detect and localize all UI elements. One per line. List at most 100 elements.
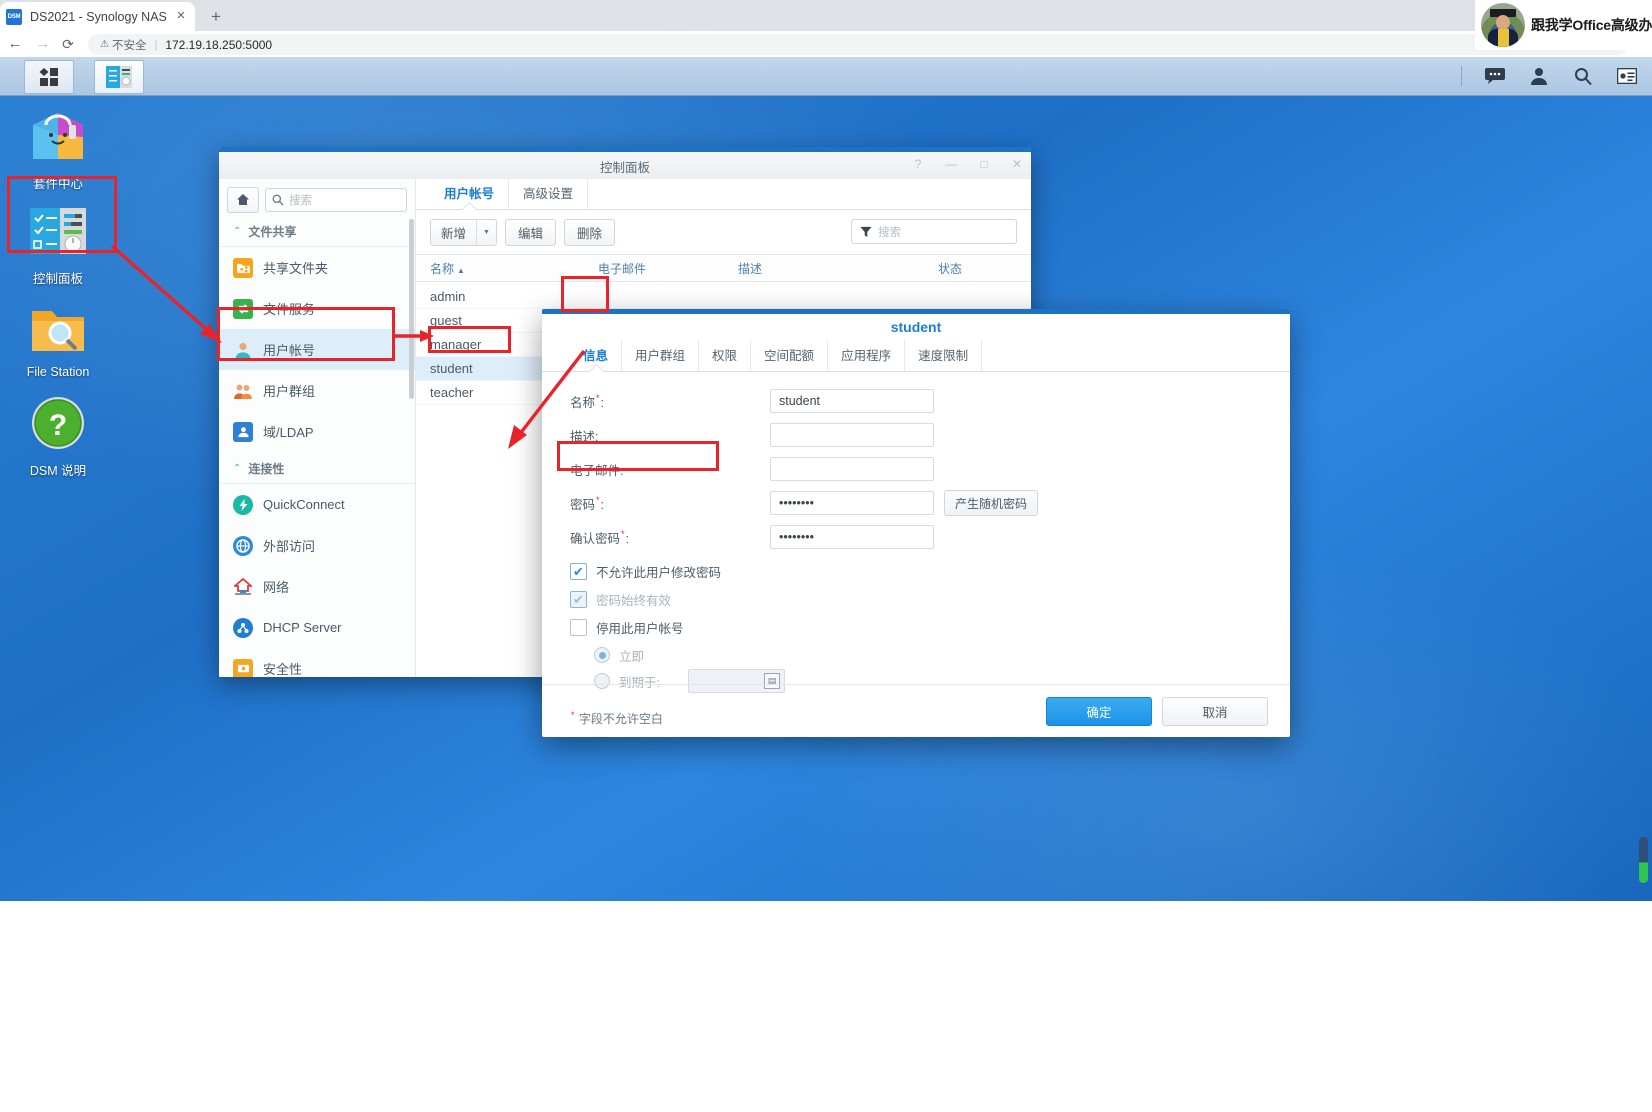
grid-column-email[interactable]: 电子邮件	[584, 260, 724, 277]
sidebar-item-file-service[interactable]: 文件服务	[219, 288, 415, 329]
control-panel-sidebar: 搜索 ⌃ 文件共享 共享文件夹 文件服务 用户帐号 用户群组 域/LDAP ⌃ …	[219, 179, 416, 677]
generate-password-button[interactable]: 产生随机密码	[944, 490, 1039, 516]
edit-button[interactable]: 编辑	[505, 218, 557, 246]
sidebar-item-label: QuickConnect	[263, 497, 345, 512]
control-panel-icon	[27, 200, 89, 262]
avatar	[1481, 3, 1525, 47]
maximize-icon[interactable]: □	[976, 156, 992, 172]
sidebar-item-user-group[interactable]: 用户群组	[219, 370, 415, 411]
control-panel-titlebar[interactable]: 控制面板 ? — □ ✕	[219, 152, 1031, 180]
ok-button[interactable]: 确定	[1046, 696, 1152, 726]
sidebar-item-quickconnect[interactable]: QuickConnect	[219, 484, 415, 525]
sidebar-item-domain-ldap[interactable]: 域/LDAP	[219, 411, 415, 452]
sidebar-item-external-access[interactable]: 外部访问	[219, 525, 415, 566]
sidebar-item-label: 网络	[263, 580, 290, 595]
sidebar-group-label: 文件共享	[248, 225, 297, 239]
chevron-down-icon[interactable]: ▼	[477, 229, 496, 236]
desktop-icon-label: File Station	[26, 365, 90, 379]
taskbar-control-panel[interactable]	[94, 60, 144, 94]
desktop-icon-label: 控制面板	[32, 272, 83, 286]
minimize-icon[interactable]: —	[943, 156, 959, 172]
checkbox-row-disable-account[interactable]: 停用此用户帐号	[570, 614, 1262, 640]
widget-icon[interactable]	[1616, 65, 1638, 87]
grid-column-status[interactable]: 状态	[924, 260, 1024, 277]
checkbox-label: 不允许此用户修改密码	[596, 565, 722, 580]
desktop-icon-control-panel[interactable]: 控制面板	[0, 200, 116, 287]
delete-button[interactable]: 删除	[564, 218, 616, 246]
user-icon[interactable]	[1528, 65, 1550, 87]
checkbox-label: 停用此用户帐号	[596, 621, 684, 636]
checkmark-icon: ✔	[573, 591, 584, 607]
window-buttons: ? — □ ✕	[910, 156, 1025, 172]
required-marker: *	[621, 529, 625, 540]
dialog-title: student	[890, 319, 942, 335]
tab-info[interactable]: 信息	[570, 340, 623, 371]
checkbox-disable-account[interactable]	[570, 618, 587, 636]
scroll-indicator[interactable]	[1639, 837, 1648, 883]
sidebar-search-input[interactable]: 搜索	[265, 187, 407, 212]
field-row-email: 电子邮件:	[570, 456, 1262, 482]
tab-quota[interactable]: 空间配额	[751, 340, 829, 371]
name-input[interactable]: student	[770, 389, 934, 413]
taskbar-main-menu[interactable]	[24, 60, 74, 94]
sidebar-item-label: 用户群组	[263, 384, 316, 399]
field-row-description: 描述:	[570, 422, 1262, 448]
create-button[interactable]: 新增 ▼	[430, 218, 498, 246]
tab-speed-limit[interactable]: 速度限制	[905, 340, 983, 371]
confirm-password-input[interactable]: ••••••••	[770, 525, 934, 549]
grid-column-description[interactable]: 描述	[724, 260, 924, 277]
dialog-tabs: 信息 用户群组 权限 空间配额 应用程序 速度限制	[542, 340, 1290, 372]
field-label: 确认密码*:	[570, 529, 630, 546]
desktop-icon-dsm-help[interactable]: ? DSM 说明	[0, 392, 116, 479]
grid-search-input[interactable]: 搜索	[851, 219, 1017, 244]
checkbox-row-disallow-password-change[interactable]: ✔ 不允许此用户修改密码	[570, 558, 1262, 584]
watermark-text: 跟我学Office高级办公V	[1531, 17, 1652, 33]
sidebar-item-label: 用户帐号	[263, 343, 316, 358]
sidebar-item-user-account[interactable]: 用户帐号	[219, 329, 415, 370]
sidebar-item-network[interactable]: 网络	[219, 566, 415, 607]
tab-user-groups[interactable]: 用户群组	[622, 340, 700, 371]
radio-immediately[interactable]	[594, 647, 610, 663]
dhcp-server-icon	[233, 617, 253, 638]
edit-user-dialog: student 信息 用户群组 权限 空间配额 应用程序 速度限制 名称*: s…	[542, 309, 1290, 737]
sidebar-item-security[interactable]: 安全性	[219, 648, 415, 677]
watermark-overlay: 跟我学Office高级办公V	[1475, 0, 1652, 50]
avatar-stole	[1498, 29, 1509, 47]
chat-bubble-icon[interactable]	[1484, 65, 1506, 87]
sort-asc-icon: ▲	[457, 265, 465, 275]
search-icon	[272, 194, 284, 206]
email-input[interactable]	[770, 457, 934, 481]
search-icon[interactable]	[1572, 65, 1594, 87]
sidebar-group-file-sharing[interactable]: ⌃ 文件共享	[219, 215, 415, 247]
desktop-icon-file-station[interactable]: File Station	[0, 297, 116, 379]
sidebar-item-dhcp-server[interactable]: DHCP Server	[219, 607, 415, 648]
password-input[interactable]: ••••••••	[770, 491, 934, 515]
tab-user-account[interactable]: 用户帐号	[430, 178, 510, 209]
tab-advanced-settings[interactable]: 高级设置	[509, 178, 589, 209]
desktop-icon-label: DSM 说明	[29, 464, 87, 478]
tab-applications[interactable]: 应用程序	[828, 340, 906, 371]
sidebar-item-label: 安全性	[263, 662, 303, 677]
funnel-icon	[860, 226, 872, 237]
sidebar-scrollbar[interactable]	[409, 219, 414, 399]
table-row[interactable]: admin	[416, 284, 1031, 309]
field-row-password: 密码*: •••••••• 产生随机密码	[570, 490, 1262, 516]
sidebar-item-shared-folder[interactable]: 共享文件夹	[219, 247, 415, 288]
close-icon[interactable]: ✕	[1009, 156, 1025, 172]
desktop-icon-package-center[interactable]: 套件中心	[0, 105, 116, 192]
home-button[interactable]	[227, 186, 259, 213]
dsm-desktop: 套件中心 控制面板 File Station ? DSM 说明 控制面板 ? —…	[0, 0, 1652, 1112]
checkbox-disallow-password-change[interactable]: ✔	[570, 562, 587, 580]
create-button-label: 新增	[431, 219, 478, 245]
sidebar-item-label: 共享文件夹	[263, 261, 329, 276]
radio-row-immediately[interactable]: 立即	[570, 642, 1262, 668]
field-label: 电子邮件:	[570, 463, 624, 478]
cancel-button[interactable]: 取消	[1162, 696, 1268, 726]
tab-permissions[interactable]: 权限	[699, 340, 752, 371]
grid-column-name[interactable]: 名称 ▲	[416, 260, 584, 277]
description-input[interactable]	[770, 423, 934, 447]
grid-header: 名称 ▲ 电子邮件 描述 状态	[416, 254, 1031, 282]
help-icon[interactable]: ?	[910, 156, 926, 172]
file-station-icon	[27, 297, 89, 359]
sidebar-group-connectivity[interactable]: ⌃ 连接性	[219, 452, 415, 484]
